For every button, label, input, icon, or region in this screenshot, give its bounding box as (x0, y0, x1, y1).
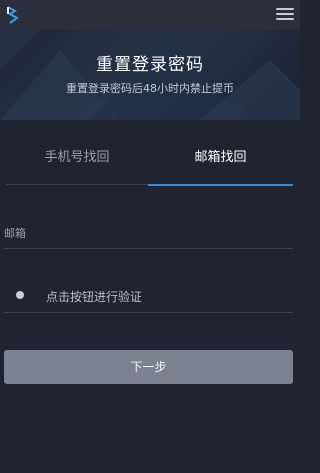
email-field-wrapper (4, 218, 293, 249)
tab-email-recovery[interactable]: 邮箱找回 (148, 140, 293, 186)
exchange-logo-icon[interactable] (6, 5, 20, 25)
page-title: 重置登录密码 (96, 55, 204, 75)
reset-password-page: 重置登录密码 重置登录密码后48小时内禁止提币 手机号找回 邮箱找回 点击按钮进… (0, 0, 300, 473)
email-input[interactable] (4, 218, 293, 248)
verify-dot-icon (16, 291, 24, 299)
verify-label: 点击按钮进行验证 (46, 290, 143, 304)
verify-captcha-button[interactable]: 点击按钮进行验证 (4, 280, 293, 313)
next-step-button[interactable]: 下一步 (4, 350, 293, 384)
banner-background (0, 30, 300, 120)
tab-phone-recovery[interactable]: 手机号找回 (6, 140, 148, 185)
page-subtitle: 重置登录密码后48小时内禁止提币 (66, 82, 234, 95)
banner: 重置登录密码 重置登录密码后48小时内禁止提币 (0, 30, 300, 120)
hamburger-menu-icon[interactable] (276, 6, 294, 22)
recovery-tabs: 手机号找回 邮箱找回 (0, 140, 300, 186)
top-nav-bar (0, 0, 300, 30)
